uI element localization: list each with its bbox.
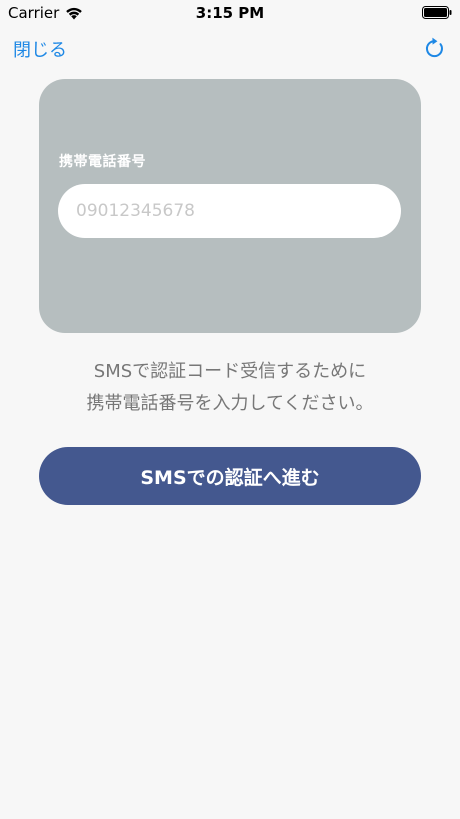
phone-card: 携帯電話番号 xyxy=(39,79,421,333)
phone-number-label: 携帯電話番号 xyxy=(59,154,146,170)
refresh-button[interactable] xyxy=(424,36,446,60)
screen: Carrier 3:15 PM 閉じる 携帯電話番号 SMS xyxy=(0,0,460,819)
refresh-icon xyxy=(425,37,443,58)
nav-bar: 閉じる xyxy=(0,26,460,70)
sms-verify-button[interactable]: SMSでの認証へ進む xyxy=(39,447,421,505)
description-line-2: 携帯電話番号を入力してください。 xyxy=(86,393,374,414)
status-bar: Carrier 3:15 PM xyxy=(0,0,460,26)
description-line-1: SMSで認証コード受信するために xyxy=(93,361,367,382)
battery-icon xyxy=(422,6,452,19)
close-button[interactable]: 閉じる xyxy=(13,36,67,62)
phone-number-input[interactable] xyxy=(58,184,401,238)
description: SMSで認証コード受信するために 携帯電話番号を入力してください。 xyxy=(0,356,460,420)
clock: 3:15 PM xyxy=(195,4,265,22)
